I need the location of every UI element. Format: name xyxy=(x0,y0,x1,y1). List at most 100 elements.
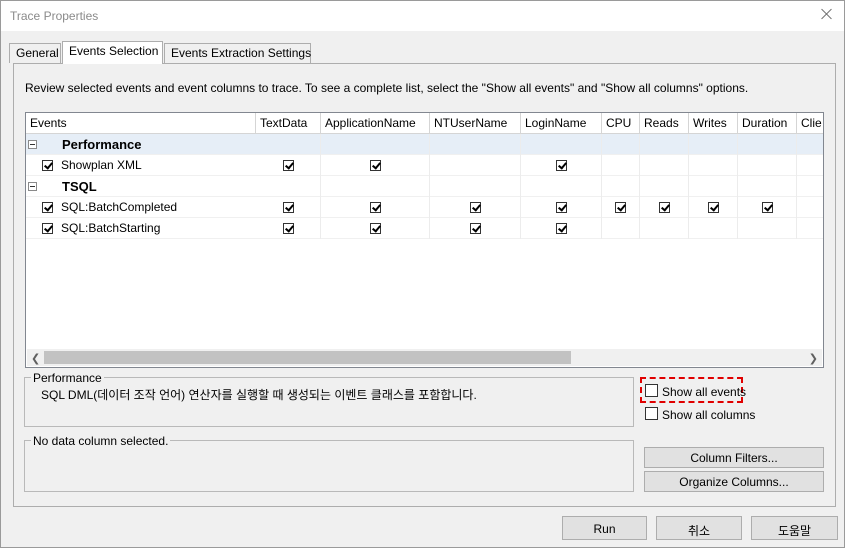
tab-events-selection[interactable]: Events Selection xyxy=(62,41,163,64)
description-text: Review selected events and event columns… xyxy=(25,81,749,95)
grid-cell[interactable] xyxy=(521,197,602,218)
category-name: Performance xyxy=(62,137,142,152)
event-row[interactable]: Showplan XML xyxy=(26,155,823,176)
grid-cell[interactable] xyxy=(521,218,602,239)
grid-cell[interactable] xyxy=(256,197,321,218)
column-header-8[interactable]: Duration xyxy=(738,113,797,134)
column-header-3[interactable]: NTUserName xyxy=(430,113,521,134)
tab-general[interactable]: General xyxy=(9,43,61,63)
column-filters-button[interactable]: Column Filters... xyxy=(644,447,824,468)
horizontal-scrollbar[interactable]: ❮ ❯ xyxy=(27,349,822,366)
grid-cell[interactable] xyxy=(321,197,430,218)
column-header-6[interactable]: Reads xyxy=(640,113,689,134)
column-checkbox[interactable] xyxy=(470,202,481,213)
show-all-events-label[interactable]: Show all events xyxy=(662,385,746,399)
grid-cell[interactable] xyxy=(738,197,797,218)
column-checkbox[interactable] xyxy=(283,202,294,213)
grid-cell[interactable] xyxy=(689,155,738,176)
grid-cell xyxy=(797,134,823,155)
grid-cell xyxy=(430,176,521,197)
column-checkbox[interactable] xyxy=(283,160,294,171)
grid-cell[interactable] xyxy=(256,155,321,176)
event-info-legend: Performance xyxy=(31,371,104,385)
events-grid[interactable]: Events TextData ApplicationName NTUserName L… xyxy=(25,112,824,368)
event-checkbox[interactable] xyxy=(42,223,53,234)
grid-cell xyxy=(689,176,738,197)
tab-events-extraction-settings[interactable]: Events Extraction Settings xyxy=(164,43,311,63)
grid-cell xyxy=(521,176,602,197)
column-checkbox[interactable] xyxy=(708,202,719,213)
column-checkbox[interactable] xyxy=(659,202,670,213)
grid-cell xyxy=(321,176,430,197)
collapse-icon[interactable] xyxy=(28,182,37,191)
grid-cell[interactable] xyxy=(430,218,521,239)
column-header-1[interactable]: TextData xyxy=(256,113,321,134)
help-button[interactable]: 도움말 xyxy=(751,516,838,540)
run-button[interactable]: Run xyxy=(562,516,647,540)
grid-cell[interactable] xyxy=(689,218,738,239)
organize-columns-button[interactable]: Organize Columns... xyxy=(644,471,824,492)
grid-cell[interactable] xyxy=(640,197,689,218)
column-checkbox[interactable] xyxy=(556,160,567,171)
event-name: SQL:BatchCompleted xyxy=(61,200,178,214)
grid-cell xyxy=(321,134,430,155)
column-checkbox[interactable] xyxy=(370,223,381,234)
event-info-group: Performance SQL DML(데이터 조작 언어) 연산자를 실행할 … xyxy=(24,371,634,427)
grid-cell[interactable] xyxy=(256,218,321,239)
column-info-group: No data column selected. xyxy=(24,434,634,492)
grid-cell[interactable] xyxy=(640,155,689,176)
collapse-icon[interactable] xyxy=(28,140,37,149)
grid-cell xyxy=(797,176,823,197)
column-header-0[interactable]: Events xyxy=(26,113,256,134)
grid-header: Events TextData ApplicationName NTUserName L… xyxy=(26,113,823,134)
column-header-2[interactable]: ApplicationName xyxy=(321,113,430,134)
grid-cell[interactable] xyxy=(321,218,430,239)
grid-cell[interactable] xyxy=(602,155,640,176)
event-checkbox[interactable] xyxy=(42,202,53,213)
grid-cell[interactable] xyxy=(521,155,602,176)
scroll-left-icon[interactable]: ❮ xyxy=(31,352,40,365)
grid-cell xyxy=(738,134,797,155)
grid-cell[interactable] xyxy=(797,197,823,218)
column-checkbox[interactable] xyxy=(762,202,773,213)
grid-cell[interactable] xyxy=(797,218,823,239)
close-icon[interactable] xyxy=(818,6,836,24)
grid-cell[interactable] xyxy=(430,155,521,176)
scrollbar-thumb[interactable] xyxy=(44,351,571,364)
cancel-button[interactable]: 취소 xyxy=(656,516,742,540)
grid-cell[interactable] xyxy=(640,218,689,239)
column-checkbox[interactable] xyxy=(370,202,381,213)
grid-cell[interactable] xyxy=(602,218,640,239)
grid-cell[interactable] xyxy=(602,197,640,218)
grid-cell[interactable] xyxy=(689,197,738,218)
event-row[interactable]: SQL:BatchStarting xyxy=(26,218,823,239)
event-checkbox[interactable] xyxy=(42,160,53,171)
column-checkbox[interactable] xyxy=(615,202,626,213)
column-checkbox[interactable] xyxy=(283,223,294,234)
grid-cell xyxy=(602,176,640,197)
column-checkbox[interactable] xyxy=(556,202,567,213)
column-header-5[interactable]: CPU xyxy=(602,113,640,134)
grid-cell[interactable] xyxy=(430,197,521,218)
grid-cell xyxy=(640,176,689,197)
grid-cell[interactable] xyxy=(797,155,823,176)
column-checkbox[interactable] xyxy=(556,223,567,234)
category-row[interactable]: TSQL xyxy=(26,176,823,197)
show-all-events-checkbox[interactable] xyxy=(645,384,658,397)
column-header-9[interactable]: Clie xyxy=(797,113,823,134)
window-title: Trace Properties xyxy=(10,9,99,23)
grid-cell[interactable] xyxy=(738,218,797,239)
scroll-right-icon[interactable]: ❯ xyxy=(809,352,818,365)
column-header-7[interactable]: Writes xyxy=(689,113,738,134)
column-checkbox[interactable] xyxy=(470,223,481,234)
show-all-columns-checkbox[interactable] xyxy=(645,407,658,420)
grid-cell[interactable] xyxy=(321,155,430,176)
grid-cell[interactable] xyxy=(738,155,797,176)
column-checkbox[interactable] xyxy=(370,160,381,171)
event-row[interactable]: SQL:BatchCompleted xyxy=(26,197,823,218)
category-row[interactable]: Performance xyxy=(26,134,823,155)
column-header-4[interactable]: LoginName xyxy=(521,113,602,134)
show-all-columns-label[interactable]: Show all columns xyxy=(662,408,755,422)
grid-cell xyxy=(256,134,321,155)
grid-cell xyxy=(738,176,797,197)
